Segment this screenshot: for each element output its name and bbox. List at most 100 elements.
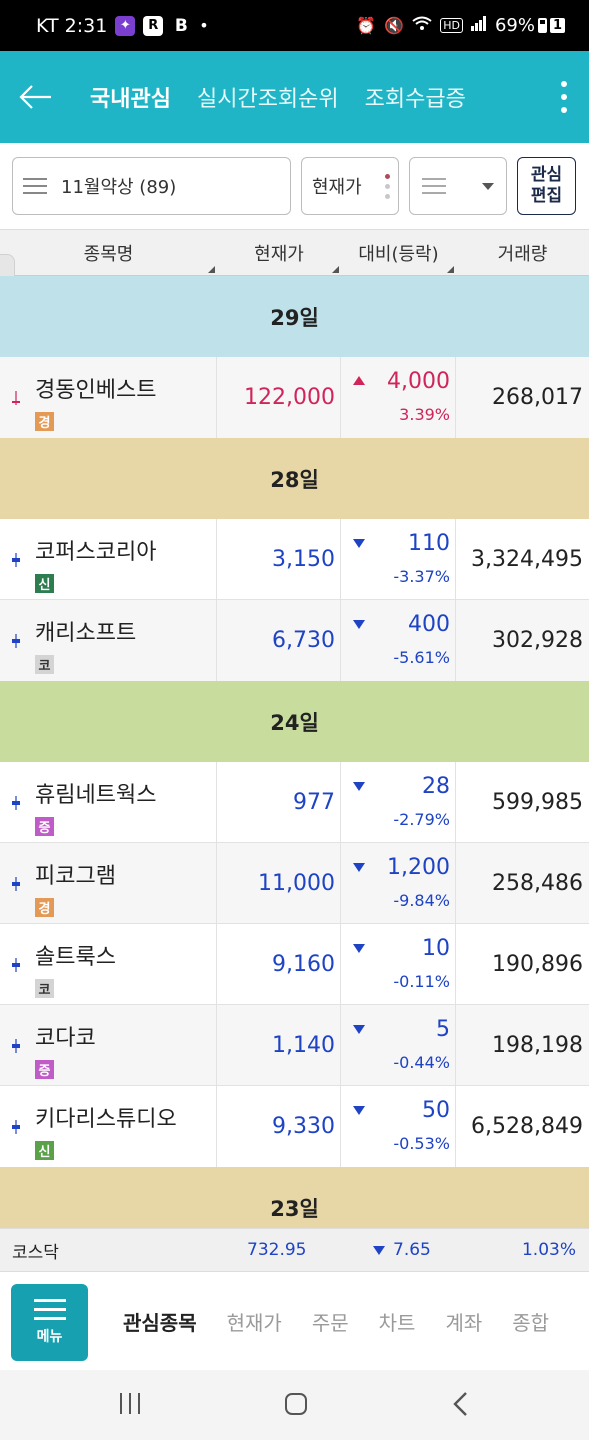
- tab-realtime-ranking[interactable]: 실시간조회순위: [197, 81, 339, 113]
- stock-name-cell[interactable]: 키다리스튜디오 신: [0, 1086, 217, 1167]
- down-triangle-icon: [353, 863, 365, 872]
- signal-icon: [470, 16, 487, 35]
- table-row[interactable]: 키다리스튜디오 신 9,330 50 -0.53% 6,528,849: [0, 1086, 589, 1167]
- bottom-tab-order[interactable]: 주문: [312, 1307, 349, 1336]
- bottom-tab-chart[interactable]: 차트: [379, 1307, 416, 1336]
- stock-name-cell[interactable]: 피코그램 경: [0, 843, 217, 924]
- sort-options-icon: [385, 173, 390, 199]
- price-cell: 11,000: [217, 843, 341, 924]
- view-mode-select[interactable]: [409, 157, 507, 215]
- table-row[interactable]: 경동인베스트 경 122,000 4,000 3.39% 268,017: [0, 357, 589, 438]
- stock-name-cell[interactable]: 캐리소프트 코: [0, 600, 217, 681]
- stock-name-cell[interactable]: 솔트룩스 코: [0, 924, 217, 1005]
- change-value: 28: [422, 774, 450, 799]
- tab-domestic-watchlist[interactable]: 국내관심: [90, 81, 171, 113]
- sort-indicator-icon: [447, 266, 454, 273]
- volume-cell: 599,985: [456, 762, 589, 843]
- candle-icon: [12, 391, 20, 405]
- sim-badge: 1: [549, 18, 565, 33]
- bottom-tab-account[interactable]: 계좌: [445, 1307, 482, 1336]
- controls-row: 11월약상 (89) 현재가 관심 편집: [0, 143, 589, 229]
- market-badge: 증: [35, 817, 54, 836]
- view-list-icon: [422, 178, 446, 194]
- menu-button[interactable]: 메뉴: [11, 1284, 88, 1361]
- col-header-name[interactable]: 종목명: [0, 230, 217, 275]
- sort-indicator-icon: [208, 266, 215, 273]
- stock-name-cell[interactable]: 코퍼스코리아신: [0, 519, 217, 600]
- stock-name: 솔트룩스: [35, 945, 116, 970]
- tab-view-surge[interactable]: 조회수급증: [365, 81, 466, 113]
- bottom-tab-watchlist[interactable]: 관심종목: [123, 1307, 197, 1336]
- col-header-volume[interactable]: 거래량: [456, 230, 589, 275]
- index-ticker-bar[interactable]: 코스닥 732.95 7.65 1.03%: [0, 1228, 589, 1272]
- table-row[interactable]: 캐리소프트 코 6,730 400 -5.61% 302,928: [0, 600, 589, 681]
- table-row[interactable]: 코다코 증 1,140 5 -0.44% 198,198: [0, 1005, 589, 1086]
- day-group-label: 24일: [270, 710, 319, 735]
- sort-select[interactable]: 현재가: [301, 157, 399, 215]
- group-select[interactable]: 11월약상 (89): [12, 157, 291, 215]
- volume-cell: 6,528,849: [456, 1086, 589, 1167]
- candle-icon: [12, 634, 20, 648]
- sort-indicator-icon: [332, 266, 339, 273]
- table-header: 종목명 현재가 대비(등락) 거래량: [0, 229, 589, 276]
- market-badge: 신: [35, 574, 54, 593]
- volume: 258,486: [492, 871, 583, 896]
- back-arrow-icon: [19, 85, 51, 109]
- stock-name-cell[interactable]: 코다코 증: [0, 1005, 217, 1086]
- table-row[interactable]: 솔트룩스 코 9,160 10 -0.11% 190,896: [0, 924, 589, 1005]
- change-value: 50: [422, 1098, 450, 1123]
- bottom-tab-overview[interactable]: 종합: [512, 1307, 549, 1336]
- volume: 268,017: [492, 385, 583, 410]
- change-percent: -0.53%: [393, 1134, 450, 1153]
- stock-name: 휴림네트웍스: [35, 783, 157, 808]
- wifi-icon: [412, 16, 432, 36]
- price-cell: 1,140: [217, 1005, 341, 1086]
- change-value: 10: [422, 936, 450, 961]
- volume: 302,928: [492, 628, 583, 653]
- change-value: 4,000: [387, 369, 450, 394]
- back-button[interactable]: [0, 51, 70, 143]
- price-cell: 6,730: [217, 600, 341, 681]
- alarm-icon: ⏰: [356, 16, 377, 35]
- table-row[interactable]: 피코그램 경 11,000 1,200 -9.84% 258,486: [0, 843, 589, 924]
- stock-name-cell[interactable]: 경동인베스트 경: [0, 357, 217, 438]
- volume-cell: 268,017: [456, 357, 589, 438]
- change-percent: -9.84%: [393, 891, 450, 910]
- stock-name: 코퍼스코리아: [35, 540, 157, 565]
- edit-watchlist-button[interactable]: 관심 편집: [517, 157, 576, 215]
- home-button[interactable]: [285, 1393, 307, 1415]
- volume-cell: 3,324,495: [456, 519, 589, 600]
- col-header-change[interactable]: 대비(등락): [341, 230, 456, 275]
- price-cell: 122,000: [217, 357, 341, 438]
- stock-name-cell[interactable]: 휴림네트웍스증: [0, 762, 217, 843]
- current-price: 1,140: [272, 1033, 335, 1058]
- system-back-button[interactable]: [452, 1391, 468, 1421]
- day-group-label: 28일: [270, 467, 319, 492]
- stock-list[interactable]: 29일 경동인베스트 경 122,000 4,000 3.39% 268,017 28일 코퍼스…: [0, 276, 589, 1228]
- table-row[interactable]: 코퍼스코리아 신 3,150 110 -3.37% 3,324,495: [0, 519, 589, 600]
- menu-label: 메뉴: [36, 1329, 63, 1345]
- system-navigation-bar: [0, 1370, 589, 1440]
- candle-icon: [12, 877, 20, 891]
- volume-cell: 302,928: [456, 600, 589, 681]
- current-price: 3,150: [272, 547, 335, 572]
- table-row[interactable]: 휴림네트웍스 증 977 28 -2.79% 599,985: [0, 762, 589, 843]
- change-cell: 400 -5.61%: [341, 600, 456, 681]
- recent-apps-button[interactable]: [120, 1393, 140, 1414]
- mute-icon: 🔇: [384, 16, 405, 35]
- market-badge: 신: [35, 1141, 54, 1160]
- battery-icon: [537, 18, 547, 33]
- edit-button-line1: 관심: [530, 165, 563, 185]
- col-header-price[interactable]: 현재가: [217, 230, 341, 275]
- group-select-value: 11월약상 (89): [61, 177, 177, 198]
- volume-cell: 190,896: [456, 924, 589, 1005]
- more-menu-button[interactable]: [539, 81, 589, 113]
- battery-percent: 69%: [494, 15, 535, 36]
- change-value: 110: [408, 531, 450, 556]
- price-cell: 9,160: [217, 924, 341, 1005]
- app-notification-icon: ✦: [115, 15, 136, 36]
- change-cell: 5 -0.44%: [341, 1005, 456, 1086]
- change-cell: 1,200 -9.84%: [341, 843, 456, 924]
- bottom-tab-price[interactable]: 현재가: [227, 1307, 282, 1336]
- volume-cell: 198,198: [456, 1005, 589, 1086]
